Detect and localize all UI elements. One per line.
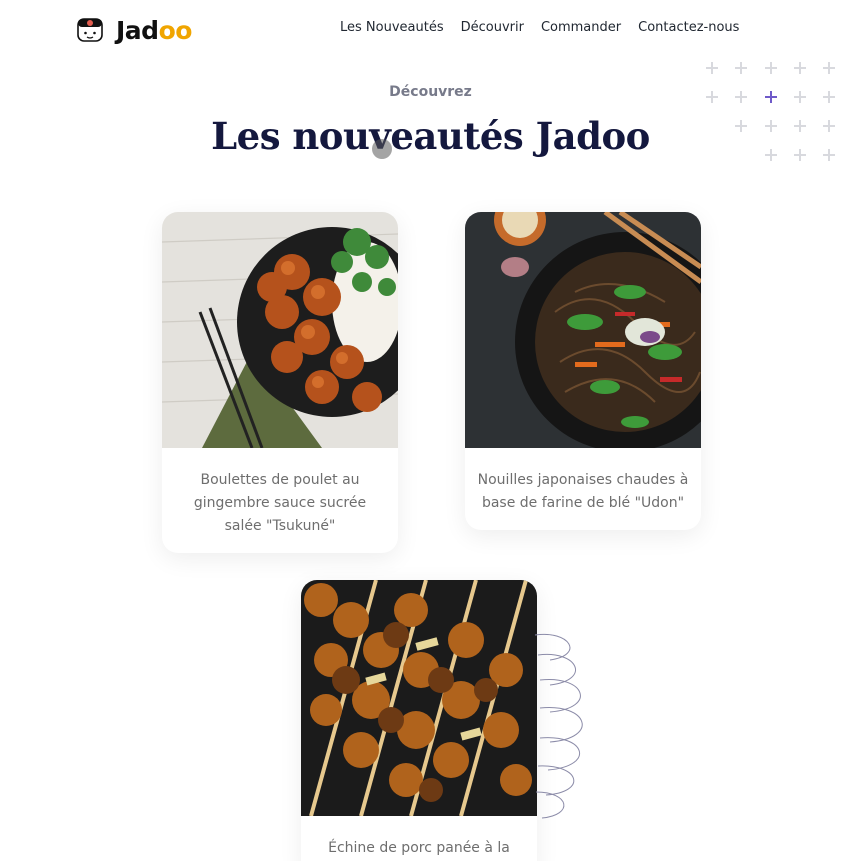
dish-caption: Boulettes de poulet au gingembre sauce s… (193, 472, 367, 534)
dish-card-udon[interactable]: Nouilles japonaises chaudes à base de fa… (465, 212, 701, 530)
section-title: Les nouveautés Jadoo (211, 114, 650, 158)
dish-image (162, 212, 398, 448)
brand-name: Jadoo (116, 15, 192, 45)
sushi-logo-icon (77, 18, 103, 42)
nav-link-nouveautes[interactable]: Les Nouveautés (340, 20, 444, 35)
dish-card-porc[interactable]: Échine de porc panée à la (301, 580, 537, 861)
brand-logo[interactable]: Jadoo (76, 14, 192, 46)
decorative-loops-icon (534, 633, 583, 819)
mouse-cursor (372, 139, 392, 159)
nav-link-contact[interactable]: Contactez-nous (638, 20, 739, 35)
dish-caption: Nouilles japonaises chaudes à base de fa… (477, 472, 689, 511)
plus-icon (706, 62, 718, 74)
main-nav: Les Nouveautés Découvrir Commander Conta… (340, 20, 739, 35)
plus-icon (794, 62, 806, 74)
section-kicker: Découvrez (389, 84, 472, 100)
plus-icon (823, 62, 835, 74)
dish-card-tsukune[interactable]: Boulettes de poulet au gingembre sauce s… (162, 212, 398, 553)
site-header: Jadoo Les Nouveautés Découvrir Commander… (0, 0, 861, 60)
dish-image (465, 212, 701, 448)
nav-link-decouvrir[interactable]: Découvrir (461, 20, 524, 35)
dish-caption: Échine de porc panée à la (328, 840, 510, 856)
plus-icon (765, 62, 777, 74)
plus-icon (735, 62, 747, 74)
nav-link-commander[interactable]: Commander (541, 20, 621, 35)
dish-image (301, 580, 537, 816)
